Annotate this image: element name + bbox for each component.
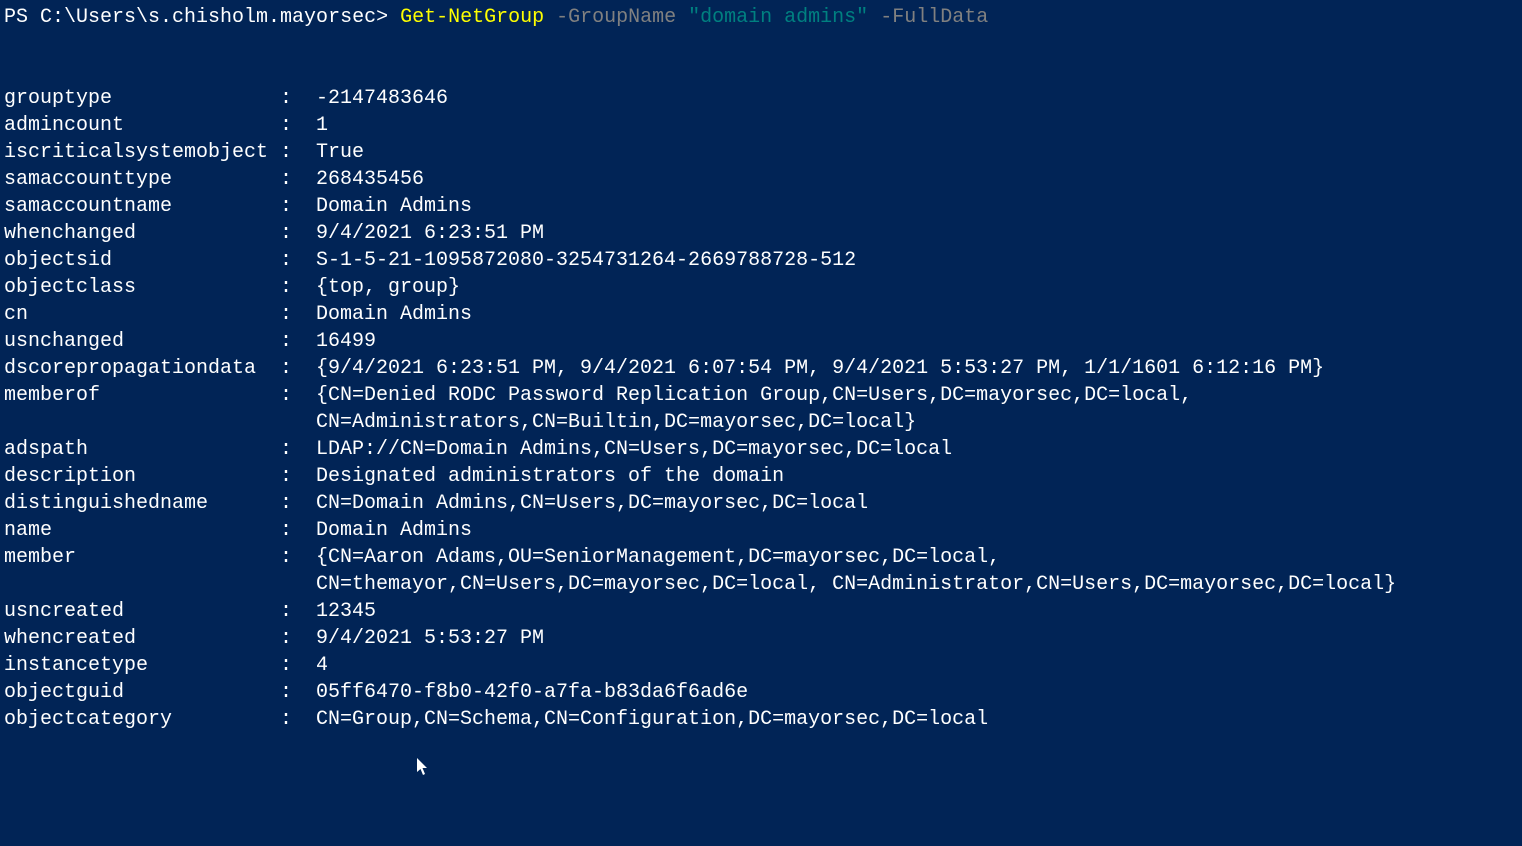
output-key: samaccountname (4, 193, 280, 220)
output-separator: : (280, 517, 316, 544)
output-value: Domain Admins (316, 517, 1518, 544)
output-value: 9/4/2021 5:53:27 PM (316, 625, 1518, 652)
output-value: 1 (316, 112, 1518, 139)
output-key: member (4, 544, 280, 598)
output-separator: : (280, 382, 316, 436)
output-key: usncreated (4, 598, 280, 625)
output-key: usnchanged (4, 328, 280, 355)
output-row: whencreated: 9/4/2021 5:53:27 PM (4, 625, 1518, 652)
output-separator: : (280, 436, 316, 463)
output-row: cn: Domain Admins (4, 301, 1518, 328)
output-key: grouptype (4, 85, 280, 112)
output-separator: : (280, 625, 316, 652)
output-key: instancetype (4, 652, 280, 679)
output-value: {CN=Aaron Adams,OU=SeniorManagement,DC=m… (316, 544, 1518, 598)
output-row: instancetype: 4 (4, 652, 1518, 679)
output-value: S-1-5-21-1095872080-3254731264-266978872… (316, 247, 1518, 274)
output-value: 9/4/2021 6:23:51 PM (316, 220, 1518, 247)
output-row: samaccountname: Domain Admins (4, 193, 1518, 220)
output-value: 12345 (316, 598, 1518, 625)
output-key: objectguid (4, 679, 280, 706)
output-key: objectcategory (4, 706, 280, 733)
output-separator: : (280, 193, 316, 220)
output-value: 4 (316, 652, 1518, 679)
output-separator: : (280, 220, 316, 247)
command-param-fulldata: -FullData (868, 6, 988, 29)
output-row: samaccounttype: 268435456 (4, 166, 1518, 193)
output-row: adspath: LDAP://CN=Domain Admins,CN=User… (4, 436, 1518, 463)
output-separator: : (280, 247, 316, 274)
output-key: distinguishedname (4, 490, 280, 517)
output-value: CN=Group,CN=Schema,CN=Configuration,DC=m… (316, 706, 1518, 733)
output-key: adspath (4, 436, 280, 463)
output-value: 268435456 (316, 166, 1518, 193)
output-row: objectcategory: CN=Group,CN=Schema,CN=Co… (4, 706, 1518, 733)
output-row: usnchanged: 16499 (4, 328, 1518, 355)
output-row: objectclass: {top, group} (4, 274, 1518, 301)
output-separator: : (280, 679, 316, 706)
output-key: description (4, 463, 280, 490)
output-value: CN=Domain Admins,CN=Users,DC=mayorsec,DC… (316, 490, 1518, 517)
command-output: grouptype: -2147483646admincount: 1iscri… (4, 85, 1518, 733)
output-key: admincount (4, 112, 280, 139)
command-string-value: "domain admins" (688, 6, 868, 29)
output-separator: : (280, 544, 316, 598)
output-value: {CN=Denied RODC Password Replication Gro… (316, 382, 1518, 436)
command-param-groupname: -GroupName (544, 6, 688, 29)
output-separator: : (280, 301, 316, 328)
output-separator: : (280, 85, 316, 112)
output-row: admincount: 1 (4, 112, 1518, 139)
output-row: member: {CN=Aaron Adams,OU=SeniorManagem… (4, 544, 1518, 598)
output-separator: : (280, 328, 316, 355)
prompt-path: C:\Users\s.chisholm.mayorsec (40, 6, 376, 29)
output-key: name (4, 517, 280, 544)
output-key: iscriticalsystemobject (4, 139, 280, 166)
command-cmdlet: Get-NetGroup (400, 6, 544, 29)
output-value: Designated administrators of the domain (316, 463, 1518, 490)
output-value: 05ff6470-f8b0-42f0-a7fa-b83da6f6ad6e (316, 679, 1518, 706)
output-row: description: Designated administrators o… (4, 463, 1518, 490)
output-separator: : (280, 463, 316, 490)
output-separator: : (280, 166, 316, 193)
output-separator: : (280, 490, 316, 517)
output-separator: : (280, 112, 316, 139)
output-separator: : (280, 598, 316, 625)
prompt-prefix: PS (4, 6, 40, 29)
output-value: LDAP://CN=Domain Admins,CN=Users,DC=mayo… (316, 436, 1518, 463)
output-row: iscriticalsystemobject: True (4, 139, 1518, 166)
output-separator: : (280, 652, 316, 679)
output-row: objectsid: S-1-5-21-1095872080-325473126… (4, 247, 1518, 274)
output-value: Domain Admins (316, 193, 1518, 220)
output-separator: : (280, 706, 316, 733)
output-key: cn (4, 301, 280, 328)
output-key: whencreated (4, 625, 280, 652)
output-row: whenchanged: 9/4/2021 6:23:51 PM (4, 220, 1518, 247)
output-key: dscorepropagationdata (4, 355, 280, 382)
mouse-cursor-icon (417, 758, 431, 784)
output-separator: : (280, 274, 316, 301)
output-row: objectguid: 05ff6470-f8b0-42f0-a7fa-b83d… (4, 679, 1518, 706)
output-key: objectsid (4, 247, 280, 274)
output-key: samaccounttype (4, 166, 280, 193)
output-value: -2147483646 (316, 85, 1518, 112)
output-value: 16499 (316, 328, 1518, 355)
output-value: Domain Admins (316, 301, 1518, 328)
output-row: dscorepropagationdata: {9/4/2021 6:23:51… (4, 355, 1518, 382)
output-value: {top, group} (316, 274, 1518, 301)
output-row: distinguishedname: CN=Domain Admins,CN=U… (4, 490, 1518, 517)
output-row: name: Domain Admins (4, 517, 1518, 544)
prompt-arrow: > (376, 6, 400, 29)
output-row: usncreated: 12345 (4, 598, 1518, 625)
output-value: True (316, 139, 1518, 166)
output-row: memberof: {CN=Denied RODC Password Repli… (4, 382, 1518, 436)
output-key: memberof (4, 382, 280, 436)
output-value: {9/4/2021 6:23:51 PM, 9/4/2021 6:07:54 P… (316, 355, 1518, 382)
output-key: whenchanged (4, 220, 280, 247)
output-row: grouptype: -2147483646 (4, 85, 1518, 112)
output-key: objectclass (4, 274, 280, 301)
output-separator: : (280, 139, 316, 166)
output-separator: : (280, 355, 316, 382)
command-prompt-line[interactable]: PS C:\Users\s.chisholm.mayorsec> Get-Net… (4, 4, 1518, 31)
